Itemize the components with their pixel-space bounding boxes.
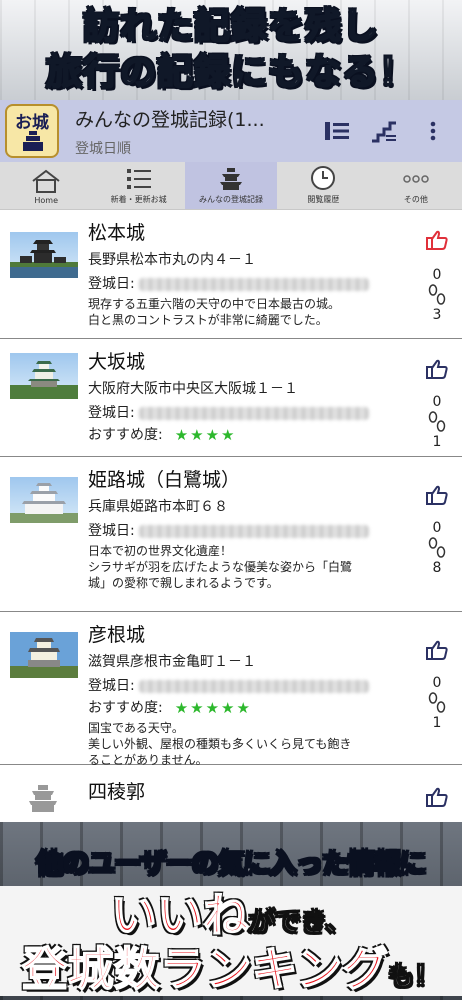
castle-thumbnail: [10, 477, 78, 523]
like-count: 0: [432, 394, 442, 410]
record-comment: 日本で初の世界文化遺産！ シラサギが羽を広げたような優美な姿から「白鷺 城」の愛…: [88, 543, 408, 591]
comment-line: シラサギが羽を広げたような優美な姿から「白鷺: [88, 560, 353, 574]
comment-line: 国宝である天守。: [88, 721, 184, 735]
promo-banner-top: 訪れた記録を残し 旅行の記録にもなる！: [0, 0, 462, 100]
castle-name: 松本城: [88, 222, 146, 244]
rating-stars: ★★★★: [174, 426, 237, 444]
promo-headline-1: 訪れた記録を残し: [82, 5, 379, 48]
redacted-visit-info: [138, 277, 369, 291]
tab-other-label: その他: [403, 195, 428, 204]
page-title: みんなの登城記録(1...: [75, 108, 265, 131]
promo-like-word: いいね: [110, 888, 250, 942]
visit-date-label: 登城日:: [88, 523, 135, 539]
like-count: 0: [432, 520, 442, 536]
comment-line: 白と黒のコントラストが非常に綺麗でした。: [88, 313, 328, 327]
list-sort-icon: [325, 122, 349, 140]
like-count: 0: [432, 675, 442, 691]
record-comment: 国宝である天守。 美しい外観、屋根の種類も多くいくら見ても飽き ることがありませ…: [88, 720, 408, 768]
thumbs-up-icon[interactable]: [426, 640, 448, 660]
castle-thumbnail: [10, 353, 78, 399]
visit-date-label: 登城日:: [88, 678, 135, 694]
castle-icon: [220, 168, 243, 190]
tab-home[interactable]: Home: [0, 162, 92, 209]
redacted-visit-info: [138, 524, 369, 538]
more-options-button[interactable]: [420, 118, 446, 144]
thumbs-up-icon[interactable]: [426, 359, 448, 379]
home-icon: [32, 169, 60, 193]
visit-count: 8: [432, 560, 442, 576]
footprints-icon: [428, 411, 446, 432]
tab-bar: Home 新着・更新お城 みんなの登城記録 閲覧履歴 その他: [0, 162, 462, 210]
comment-line: 城」の愛称で親しまれるようです。: [88, 576, 279, 590]
list-sort-button[interactable]: [324, 118, 350, 144]
castle-address: 大阪府大阪市中央区大阪城１－１: [88, 381, 298, 397]
footprints-icon: [428, 692, 446, 713]
record-comment: 現存する五重六階の天守の中で日本最古の城。 白と黒のコントラストが非常に綺麗でし…: [88, 296, 408, 328]
promo-banner-bottom: 他のユーザーの気に入った情報に いいねができ、 登城数ランキングも！: [0, 822, 462, 1000]
castle-thumbnail: [10, 232, 78, 278]
more-vert-icon: [430, 121, 436, 141]
sort-order-label: 登城日順: [75, 140, 131, 157]
castle-address: 兵庫県姫路市本町６８: [88, 499, 228, 515]
tab-everyone-records-label: みんなの登城記録: [199, 195, 264, 204]
comment-line: 美しい外観、屋根の種類も多くいくら見ても飽き: [88, 737, 352, 751]
redacted-visit-info: [138, 406, 369, 420]
recommend-label: おすすめ度:: [88, 427, 163, 443]
list-item[interactable]: 彦根城 滋賀県彦根市金亀町１－１ 登城日: おすすめ度: ★★★★★ 国宝である…: [0, 612, 462, 768]
tab-new-castles[interactable]: 新着・更新お城: [92, 162, 184, 209]
visit-count: 3: [432, 307, 442, 323]
tab-everyone-records[interactable]: みんなの登城記録: [184, 162, 278, 209]
promo-text: も！: [388, 962, 441, 993]
redacted-visit-info: [138, 679, 369, 693]
footprints-icon: [428, 537, 446, 558]
list-item[interactable]: 姫路城（白鷺城） 兵庫県姫路市本町６８ 登城日: 日本で初の世界文化遺産！ シラ…: [0, 457, 462, 612]
castle-name: 四稜郭: [88, 781, 146, 803]
list-item[interactable]: 四稜郭: [0, 765, 462, 822]
comment-line: 日本で初の世界文化遺産！: [88, 544, 233, 558]
castle-address: 滋賀県彦根市金亀町１－１: [88, 654, 256, 670]
castle-name: 彦根城: [88, 624, 146, 646]
footprints-icon: [428, 284, 446, 305]
castle-record-list: 松本城 長野県松本市丸の内４－１ 登城日: 現存する五重六階の天守の中で日本最古…: [0, 210, 462, 822]
castle-placeholder-icon: [26, 783, 60, 813]
promo-text: ができ、: [248, 908, 352, 939]
list-item[interactable]: 大坂城 大阪府大阪市中央区大阪城１－１ 登城日: おすすめ度: ★★★★ 0 1: [0, 339, 462, 457]
clock-icon: [311, 166, 336, 190]
visit-date-label: 登城日:: [88, 276, 135, 292]
thumbs-up-icon[interactable]: [426, 485, 448, 505]
app-logo: お城: [5, 104, 59, 158]
stairs-sort-icon: [372, 121, 396, 143]
list-icon: [126, 169, 151, 189]
promo-caption: 他のユーザーの気に入った情報に: [36, 848, 428, 881]
castle-icon: [23, 131, 43, 151]
stairs-sort-button[interactable]: [372, 118, 398, 144]
tab-home-label: Home: [34, 196, 59, 205]
app-header: お城 みんなの登城記録(1... 登城日順: [0, 100, 462, 162]
tab-other[interactable]: その他: [370, 162, 462, 209]
castle-address: 長野県松本市丸の内４－１: [88, 252, 256, 268]
promo-ranking-word: 登城数ランキング: [21, 941, 389, 997]
promo-headline-2: 旅行の記録にもなる！: [45, 51, 416, 94]
castle-name: 姫路城（白鷺城）: [88, 469, 241, 491]
visit-count: 1: [432, 715, 442, 731]
castle-name: 大坂城: [88, 351, 146, 373]
visit-date-label: 登城日:: [88, 405, 135, 421]
tab-history[interactable]: 閲覧履歴: [277, 162, 369, 209]
rating-stars: ★★★★★: [174, 699, 252, 717]
visit-count: 1: [432, 434, 442, 450]
dots-icon: [403, 175, 429, 183]
tab-new-castles-label: 新着・更新お城: [110, 195, 167, 204]
comment-line: 現存する五重六階の天守の中で日本最古の城。: [88, 297, 341, 311]
list-item[interactable]: 松本城 長野県松本市丸の内４－１ 登城日: 現存する五重六階の天守の中で日本最古…: [0, 210, 462, 339]
castle-thumbnail: [10, 632, 78, 678]
tab-history-label: 閲覧履歴: [307, 195, 340, 204]
thumbs-up-icon[interactable]: [426, 230, 448, 250]
thumbs-up-icon[interactable]: [426, 787, 448, 807]
promo-highlight: いいねができ、 登城数ランキングも！: [0, 886, 462, 997]
like-count: 0: [432, 267, 442, 283]
recommend-label: おすすめ度:: [88, 700, 163, 716]
